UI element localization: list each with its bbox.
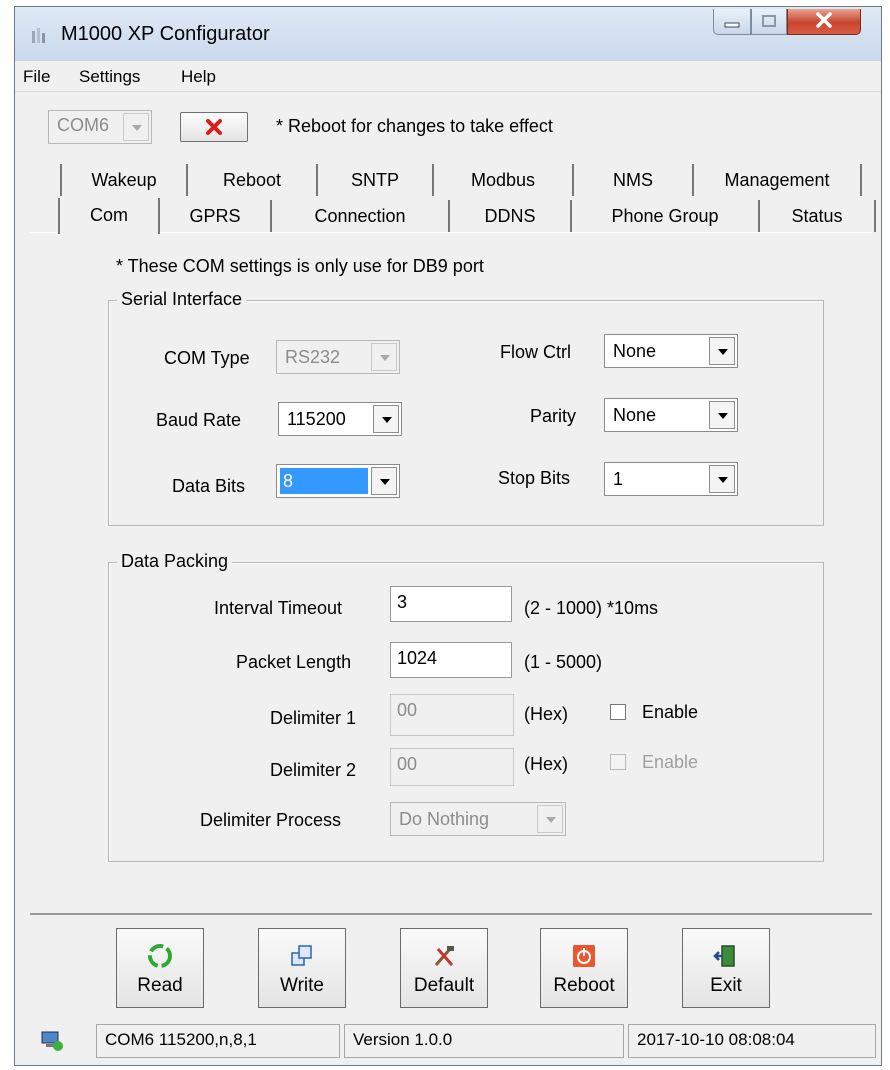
write-button-label: Write <box>280 975 324 996</box>
default-button-label: Default <box>413 975 475 996</box>
interval-timeout-label: Interval Timeout <box>214 598 343 618</box>
selection-highlight <box>280 468 368 494</box>
data-bits-select[interactable]: 8 <box>276 464 400 498</box>
read-button[interactable]: Read <box>116 928 204 1008</box>
port-select-value: COM6 <box>57 115 110 135</box>
delimiter2-input[interactable]: 00 <box>390 748 514 786</box>
tools-icon <box>434 946 454 966</box>
stop-bits-value: 1 <box>613 469 624 489</box>
minimize-button[interactable] <box>713 9 751 35</box>
chevron-down-icon <box>709 337 735 365</box>
delimiter2-label: Delimiter 2 <box>270 760 357 780</box>
status-version: Version 1.0.0 <box>344 1024 624 1058</box>
tab-status[interactable]: Status <box>760 200 876 232</box>
tab-reboot[interactable]: Reboot <box>188 164 318 196</box>
baud-rate-label: Baud Rate <box>156 410 242 430</box>
db9-note: * These COM settings is only use for DB9… <box>116 256 484 276</box>
delimiter1-label: Delimiter 1 <box>270 708 357 728</box>
tab-phone-group[interactable]: Phone Group <box>572 200 760 232</box>
delimiter1-hint: (Hex) <box>524 704 568 724</box>
menu-file[interactable]: File <box>23 67 50 87</box>
read-button-label: Read <box>137 975 183 996</box>
tab-modbus[interactable]: Modbus <box>434 164 574 196</box>
baud-rate-value: 115200 <box>287 409 346 429</box>
maximize-button[interactable] <box>751 9 787 35</box>
power-icon <box>573 945 595 967</box>
tab-ddns[interactable]: DDNS <box>450 200 572 232</box>
serial-interface-title: Serial Interface <box>117 289 247 310</box>
disconnect-button[interactable] <box>180 112 248 142</box>
data-bits-label: Data Bits <box>172 476 246 496</box>
close-button[interactable] <box>787 9 861 35</box>
packet-length-label: Packet Length <box>236 652 352 672</box>
delimiter1-enable-checkbox[interactable] <box>610 704 626 720</box>
tab-com[interactable]: Com <box>58 198 160 234</box>
data-bits-value: 8 <box>283 471 294 491</box>
port-select[interactable]: COM6 <box>48 110 152 144</box>
flow-ctrl-value: None <box>613 341 657 361</box>
title-bar[interactable]: M1000 XP Configurator <box>15 7 881 61</box>
menu-help[interactable]: Help <box>181 67 216 87</box>
baud-rate-select[interactable]: 115200 <box>278 402 402 436</box>
close-icon <box>816 12 832 28</box>
menu-settings[interactable]: Settings <box>79 67 140 87</box>
tab-management[interactable]: Management <box>694 164 862 196</box>
delimiter1-enable-label: Enable <box>642 702 699 722</box>
window-title: M1000 XP Configurator <box>61 23 270 45</box>
tab-sntp[interactable]: SNTP <box>318 164 434 196</box>
recycle-icon <box>148 944 172 968</box>
status-connection: COM6 115200,n,8,1 <box>96 1024 340 1058</box>
reboot-button-label: Reboot <box>553 975 615 996</box>
exit-button[interactable]: Exit <box>682 928 770 1008</box>
chevron-down-icon <box>709 401 735 429</box>
chevron-down-icon <box>373 405 399 433</box>
default-button[interactable]: Default <box>400 928 488 1008</box>
exit-button-label: Exit <box>710 975 742 996</box>
com-type-value: RS232 <box>285 347 341 367</box>
minimize-icon <box>724 22 740 28</box>
status-connection-indicator <box>34 1024 92 1058</box>
flow-ctrl-label: Flow Ctrl <box>500 342 571 362</box>
packet-length-hint: (1 - 5000) <box>524 652 603 672</box>
windows-stack-icon <box>291 945 312 966</box>
chevron-down-icon <box>537 805 563 833</box>
reboot-button[interactable]: Reboot <box>540 928 628 1008</box>
delimiter-process-select[interactable]: Do Nothing <box>390 802 566 836</box>
delimiter2-hint: (Hex) <box>524 754 568 774</box>
tab-wakeup[interactable]: Wakeup <box>60 164 188 196</box>
delimiter1-input[interactable]: 00 <box>390 694 514 736</box>
chevron-down-icon <box>371 343 397 371</box>
chevron-down-icon <box>709 465 735 493</box>
write-button[interactable]: Write <box>258 928 346 1008</box>
status-datetime: 2017-10-10 08:08:04 <box>628 1024 876 1058</box>
delimiter-process-value: Do Nothing <box>399 809 490 829</box>
parity-label: Parity <box>530 406 577 426</box>
tab-gprs[interactable]: GPRS <box>160 200 272 232</box>
com-type-label: COM Type <box>164 348 250 368</box>
delimiter-process-label: Delimiter Process <box>200 810 342 830</box>
parity-select[interactable]: None <box>604 398 738 432</box>
parity-value: None <box>613 405 657 425</box>
flow-ctrl-select[interactable]: None <box>604 334 738 368</box>
network-status-icon <box>41 1031 63 1051</box>
stop-bits-label: Stop Bits <box>498 468 571 488</box>
interval-timeout-hint: (2 - 1000) *10ms <box>524 598 659 618</box>
packet-length-input[interactable]: 1024 <box>390 642 512 678</box>
tab-connection[interactable]: Connection <box>272 200 450 232</box>
maximize-icon <box>762 15 776 27</box>
interval-timeout-input[interactable]: 3 <box>390 586 512 622</box>
stop-bits-select[interactable]: 1 <box>604 462 738 496</box>
app-icon <box>32 28 45 43</box>
chevron-down-icon <box>123 113 149 141</box>
close-icon <box>206 119 222 135</box>
menu-bar: File Settings Help <box>15 61 881 92</box>
delimiter2-enable-label: Enable <box>642 752 699 772</box>
chevron-down-icon <box>371 467 397 495</box>
reboot-note: * Reboot for changes to take effect <box>276 116 553 136</box>
delimiter2-enable-checkbox[interactable] <box>610 754 626 770</box>
com-type-select[interactable]: RS232 <box>276 340 400 374</box>
data-packing-title: Data Packing <box>117 551 233 572</box>
tab-nms[interactable]: NMS <box>574 164 694 196</box>
exit-door-icon <box>713 945 735 967</box>
